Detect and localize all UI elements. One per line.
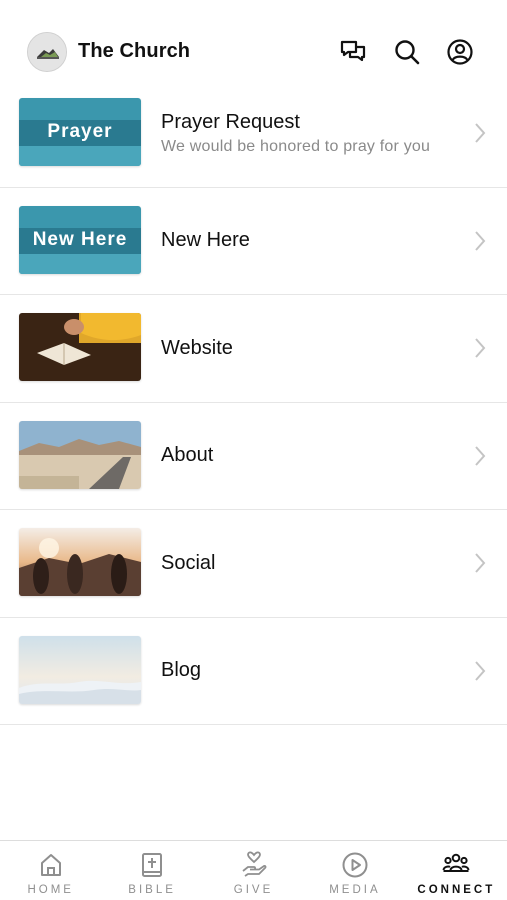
tab-label: GIVE [233,884,274,896]
tab-label: CONNECT [417,884,496,896]
chevron-right-icon [473,122,487,144]
play-icon [341,851,369,879]
list-item-title: Website [161,336,233,359]
chat-button[interactable] [339,38,367,66]
chevron-right-icon [473,660,487,682]
chevron-right-icon [473,445,487,467]
app-title: The Church [78,40,191,62]
connect-list: Prayer Prayer Request We would be honore… [0,80,507,725]
chat-icon [340,40,366,62]
list-item-title: New Here [161,229,250,252]
profile-button[interactable] [446,38,474,66]
chevron-right-icon [473,552,487,574]
list-item-title: Social [161,551,216,574]
tab-label: MEDIA [329,884,381,896]
tab-media[interactable]: MEDIA [304,841,405,900]
chevron-right-icon [473,230,487,252]
bottom-tab-bar: HOME BIBLE GIVE MEDIA CONNECT [0,840,507,900]
church-logo-avatar[interactable] [27,32,67,72]
prayer-thumbnail: Prayer [19,98,141,166]
list-item-social[interactable]: Social [0,510,507,618]
list-item-new-here[interactable]: New Here New Here [0,188,507,295]
new-here-thumbnail-text: New Here [32,228,128,250]
list-item-title: Blog [161,659,202,682]
list-item-subtitle: We would be honored to pray for you [161,137,431,155]
list-item-title: Prayer Request [161,110,300,133]
prayer-thumbnail-text: Prayer [47,121,113,142]
about-thumbnail [19,420,141,489]
tab-label: BIBLE [128,884,176,896]
tab-connect[interactable]: CONNECT [406,841,507,900]
bible-icon [138,851,166,879]
list-item-blog[interactable]: Blog [0,618,507,725]
home-icon [37,851,65,879]
tab-give[interactable]: GIVE [203,841,304,900]
church-logo-icon [28,33,66,71]
list-item-prayer-request[interactable]: Prayer Prayer Request We would be honore… [0,80,507,188]
social-thumbnail [19,528,141,596]
new-here-thumbnail: New Here [19,205,141,274]
search-icon [395,40,420,65]
give-icon [240,851,268,879]
profile-icon [447,39,473,65]
list-item-website[interactable]: Website [0,295,507,403]
chevron-right-icon [473,337,487,359]
list-item-title: About [161,444,214,467]
blog-thumbnail [19,635,141,704]
tab-label: HOME [27,884,74,896]
list-item-about[interactable]: About [0,403,507,510]
website-thumbnail [19,313,141,381]
people-icon [442,851,470,879]
search-button[interactable] [393,38,421,66]
tab-home[interactable]: HOME [0,841,101,900]
tab-bible[interactable]: BIBLE [101,841,202,900]
